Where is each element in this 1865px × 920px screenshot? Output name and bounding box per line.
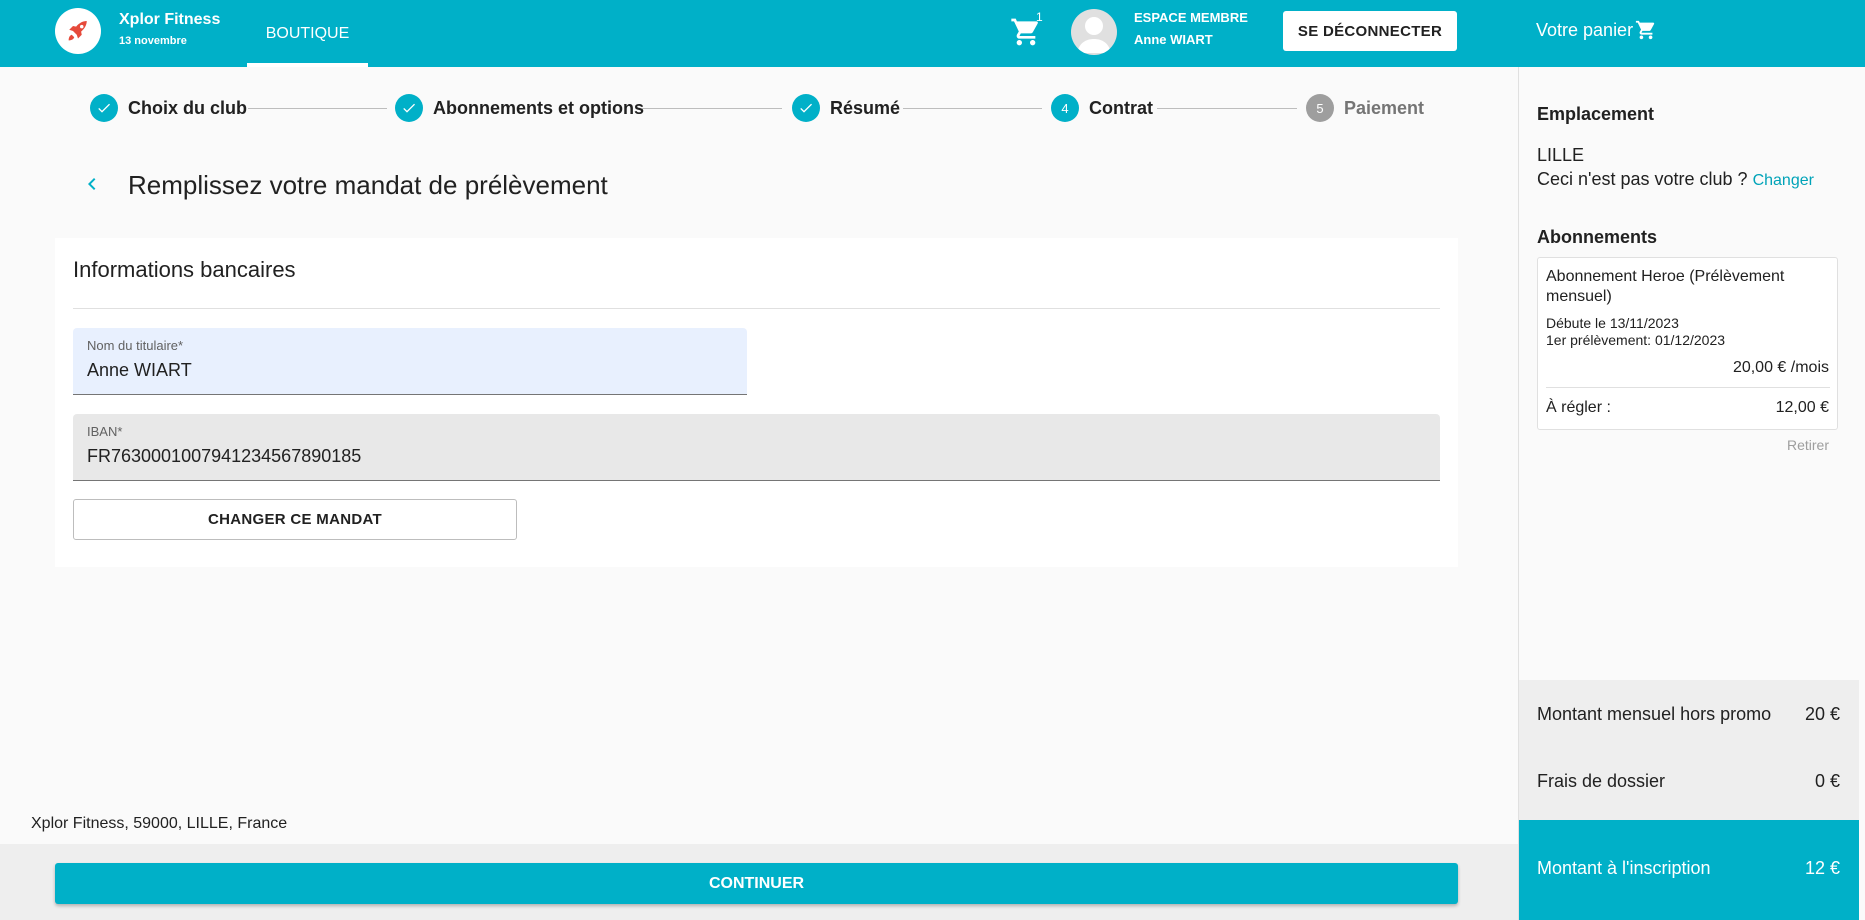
fees-row: Frais de dossier 0 € bbox=[1537, 771, 1840, 792]
divider bbox=[73, 308, 1440, 309]
fees-value: 0 € bbox=[1814, 771, 1840, 791]
subscription-start: Débute le 13/11/2023 bbox=[1546, 315, 1679, 331]
step-label: Choix du club bbox=[128, 97, 247, 118]
step-number: 5 bbox=[1306, 94, 1334, 122]
step-connector bbox=[903, 108, 1042, 109]
remove-subscription-link[interactable]: Retirer bbox=[1787, 437, 1829, 453]
location-heading: Emplacement bbox=[1537, 104, 1655, 124]
step-summary[interactable]: Résumé bbox=[792, 94, 900, 122]
check-icon bbox=[792, 94, 820, 122]
monthly-amount-label: Montant mensuel hors promo bbox=[1537, 704, 1772, 724]
avatar[interactable] bbox=[1071, 9, 1117, 55]
club-address: Xplor Fitness, 59000, LILLE, France bbox=[31, 815, 288, 832]
brand-date: 13 novembre bbox=[119, 35, 187, 47]
member-name: Anne WIART bbox=[1134, 32, 1213, 47]
back-chevron-icon[interactable] bbox=[76, 168, 108, 200]
due-label: À régler : bbox=[1546, 399, 1611, 416]
divider bbox=[1546, 387, 1830, 388]
not-your-club-text: Ceci n'est pas votre club ? bbox=[1537, 169, 1748, 189]
summary-area: Montant mensuel hors promo 20 € Frais de… bbox=[1519, 680, 1859, 820]
tab-boutique[interactable]: BOUTIQUE bbox=[247, 0, 368, 67]
total-value: 12 € bbox=[1804, 858, 1840, 878]
cart-count-badge: 1 bbox=[1036, 10, 1043, 24]
holder-name-label: Nom du titulaire* bbox=[87, 338, 184, 353]
change-club-link[interactable]: Changer bbox=[1753, 172, 1814, 189]
your-cart-link[interactable]: Votre panier bbox=[1536, 19, 1657, 41]
step-subscriptions[interactable]: Abonnements et options bbox=[395, 94, 644, 122]
change-mandate-button[interactable]: CHANGER CE MANDAT bbox=[73, 499, 517, 540]
total-amount-row: Montant à l'inscription 12 € bbox=[1537, 858, 1840, 879]
subscriptions-heading: Abonnements bbox=[1537, 227, 1658, 247]
total-label: Montant à l'inscription bbox=[1537, 858, 1711, 878]
member-area-label[interactable]: ESPACE MEMBRE bbox=[1134, 10, 1248, 25]
cart-side-panel: Emplacement LILLE Ceci n'est pas votre c… bbox=[1518, 67, 1859, 920]
brand-name: Xplor Fitness bbox=[119, 11, 221, 28]
step-contract[interactable]: 4 Contrat bbox=[1051, 94, 1153, 122]
check-icon bbox=[90, 94, 118, 122]
subscription-item: Abonnement Heroe (Prélèvement mensuel) D… bbox=[1537, 257, 1838, 430]
step-payment[interactable]: 5 Paiement bbox=[1306, 94, 1424, 122]
step-connector bbox=[248, 108, 387, 109]
club-city: LILLE bbox=[1537, 145, 1585, 165]
due-value: 12,00 € bbox=[1775, 399, 1829, 416]
iban-value: FR7630001007941234567890185 bbox=[87, 446, 362, 466]
iban-field[interactable]: IBAN* FR7630001007941234567890185 bbox=[73, 414, 1440, 481]
fees-label: Frais de dossier bbox=[1537, 771, 1666, 791]
subscription-name: Abonnement Heroe (Prélèvement mensuel) bbox=[1546, 268, 1785, 305]
subscription-first-debit: 1er prélèvement: 01/12/2023 bbox=[1546, 332, 1726, 348]
logout-button[interactable]: SE DÉCONNECTER bbox=[1283, 11, 1457, 51]
card-title: Informations bancaires bbox=[73, 257, 296, 282]
step-number: 4 bbox=[1051, 94, 1079, 122]
step-connector bbox=[1157, 108, 1297, 109]
continue-button[interactable]: CONTINUER bbox=[55, 863, 1458, 904]
step-label: Paiement bbox=[1344, 97, 1425, 118]
holder-name-field[interactable]: Nom du titulaire* Anne WIART bbox=[73, 328, 747, 395]
subscription-price: 20,00 € /mois bbox=[1732, 359, 1829, 376]
not-your-club: Ceci n'est pas votre club ? Changer bbox=[1537, 169, 1814, 190]
iban-label: IBAN* bbox=[87, 424, 123, 439]
rocket-logo-icon[interactable] bbox=[55, 8, 101, 54]
step-label: Abonnements et options bbox=[433, 97, 644, 118]
total-row: Montant à l'inscription 12 € bbox=[1519, 820, 1859, 920]
step-club[interactable]: Choix du club bbox=[90, 94, 247, 122]
step-connector bbox=[642, 108, 782, 109]
check-icon bbox=[395, 94, 423, 122]
cart-icon bbox=[1635, 20, 1655, 40]
step-label: Contrat bbox=[1089, 97, 1153, 118]
top-header: Xplor Fitness 13 novembre BOUTIQUE 1 ESP… bbox=[0, 0, 1865, 67]
monthly-amount-row: Montant mensuel hors promo 20 € bbox=[1537, 704, 1840, 725]
your-cart-label: Votre panier bbox=[1536, 19, 1634, 40]
holder-name-value: Anne WIART bbox=[87, 360, 192, 380]
monthly-amount-value: 20 € bbox=[1804, 704, 1840, 724]
step-label: Résumé bbox=[830, 97, 901, 118]
bank-info-card: Informations bancaires Nom du titulaire*… bbox=[55, 238, 1458, 567]
page-title: Remplissez votre mandat de prélèvement bbox=[128, 170, 608, 200]
